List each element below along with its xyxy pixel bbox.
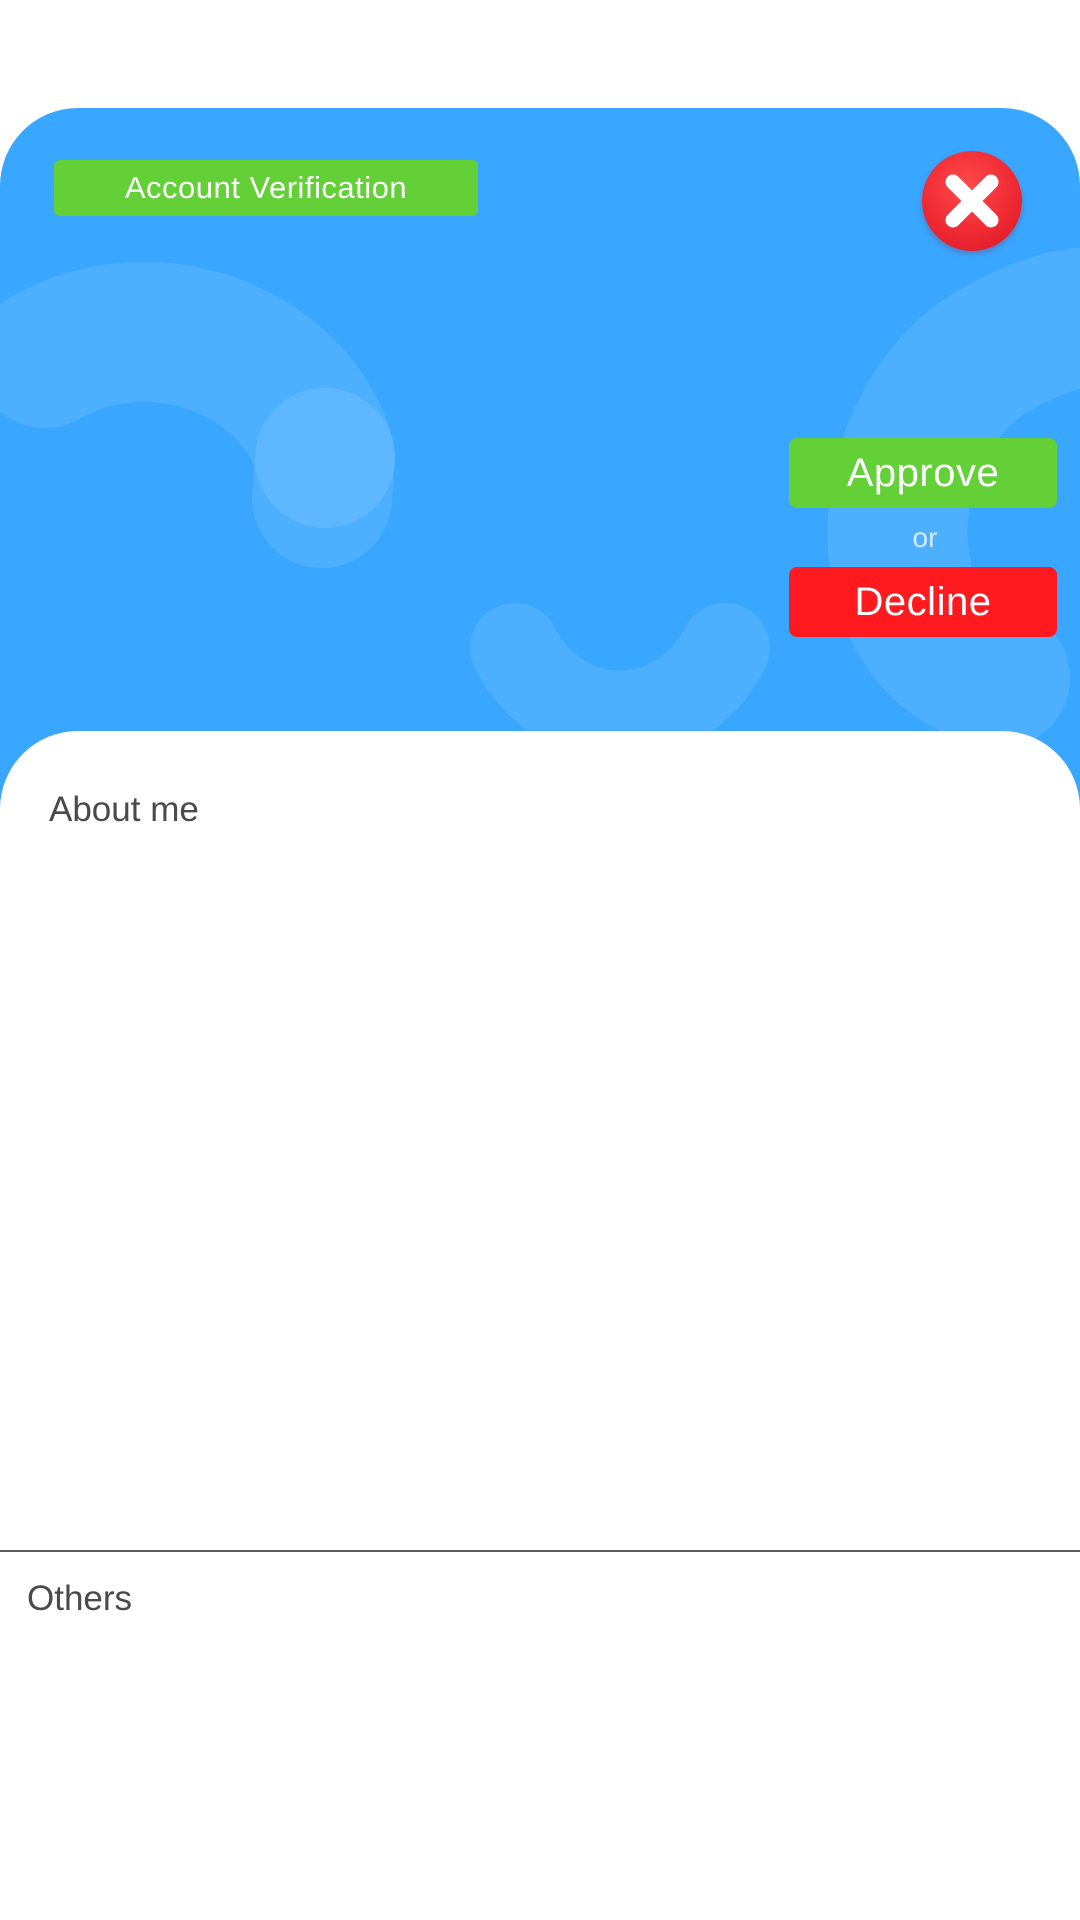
profile-header-card: Account Verification Approve or Decline: [0, 108, 1080, 808]
profile-details-sheet: About me Others: [0, 731, 1080, 1920]
approve-button[interactable]: Approve: [789, 438, 1057, 508]
close-button[interactable]: [922, 151, 1022, 251]
or-separator-text: or: [912, 522, 938, 553]
verification-screen: Account Verification Approve or Decline …: [0, 0, 1080, 1920]
section-divider: [0, 1550, 1080, 1552]
close-x-icon: [945, 174, 999, 228]
account-verification-badge: Account Verification: [54, 160, 478, 216]
others-heading: Others: [27, 1579, 133, 1618]
decline-button[interactable]: Decline: [789, 567, 1057, 637]
about-me-heading: About me: [49, 790, 199, 829]
